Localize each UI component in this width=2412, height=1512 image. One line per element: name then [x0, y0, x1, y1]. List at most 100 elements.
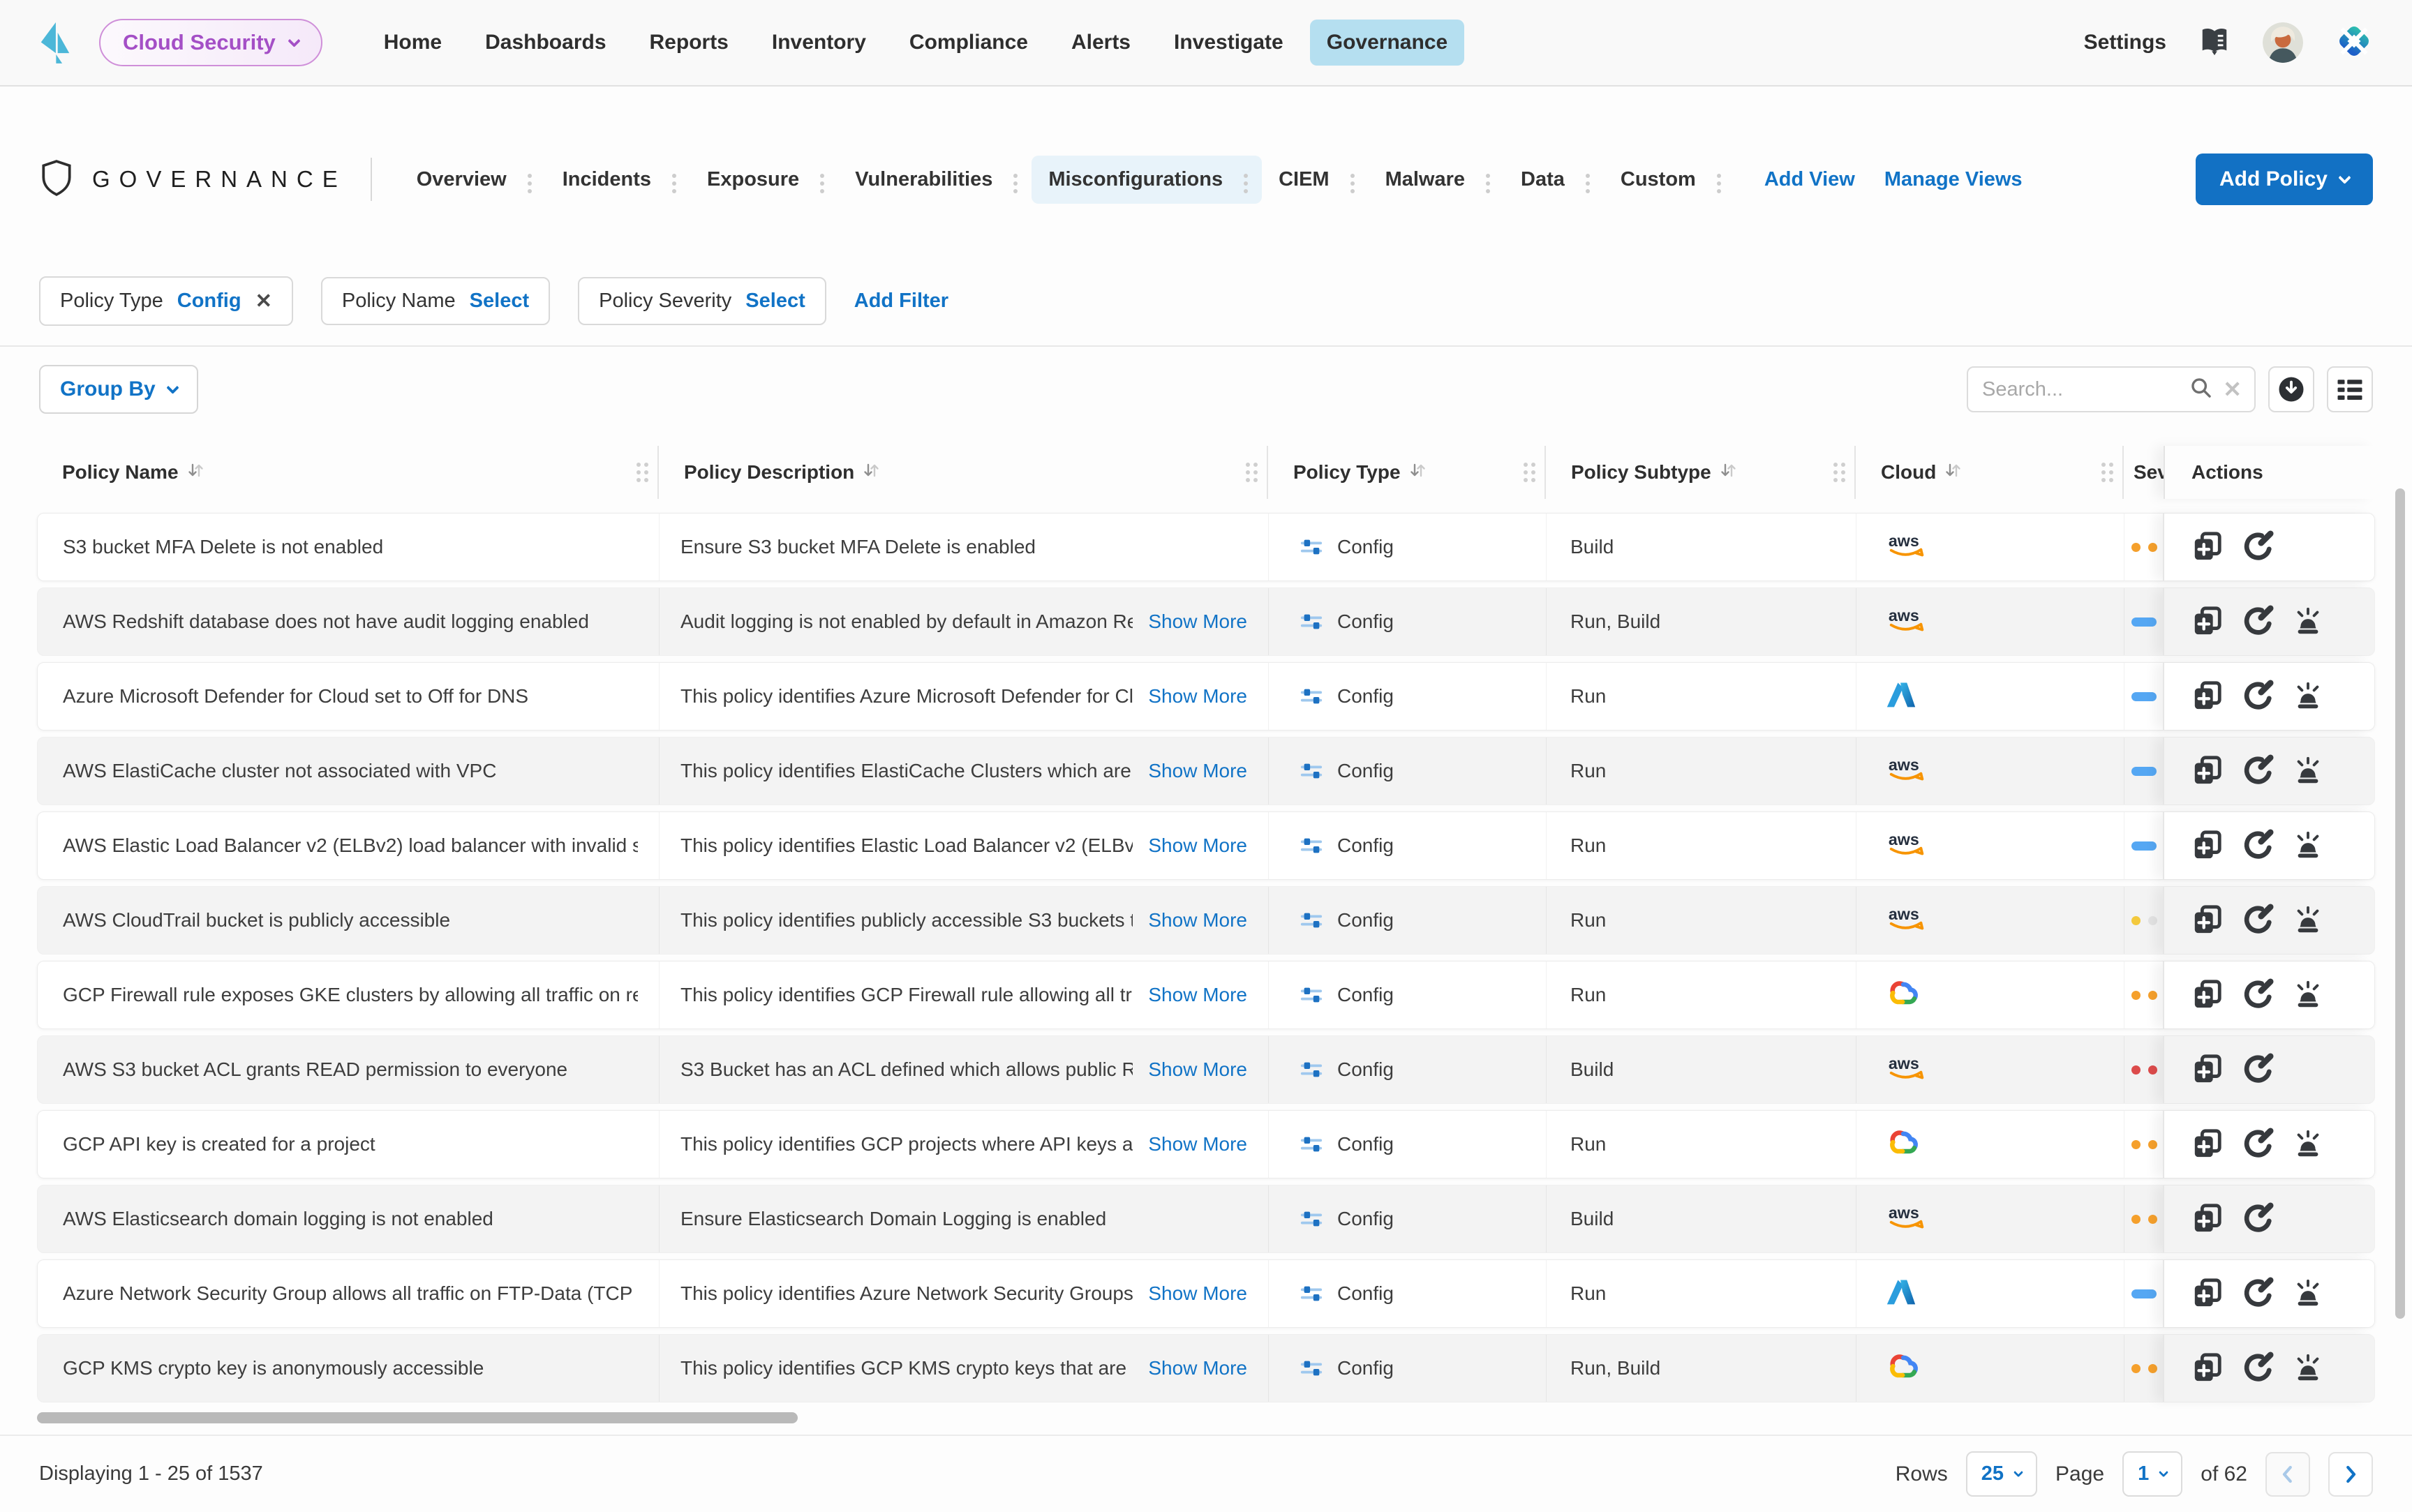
- column-header-cloud[interactable]: Cloud: [1856, 446, 2124, 499]
- nav-item-governance[interactable]: Governance: [1309, 20, 1465, 66]
- clone-action-button[interactable]: [2191, 1128, 2224, 1161]
- drag-handle-icon[interactable]: [636, 470, 641, 474]
- filter-chip-policy-type[interactable]: Policy Type Config ✕: [39, 276, 293, 326]
- table-row[interactable]: Azure Network Security Group allows all …: [37, 1259, 2375, 1328]
- nav-item-dashboards[interactable]: Dashboards: [468, 20, 623, 66]
- column-settings-button[interactable]: [2327, 366, 2373, 412]
- edit-action-button[interactable]: [2241, 605, 2275, 638]
- nav-item-reports[interactable]: Reports: [633, 20, 745, 66]
- filter-chip-policy-severity[interactable]: Policy Severity Select: [578, 277, 826, 325]
- tab-menu-icon[interactable]: [1579, 168, 1597, 191]
- download-button[interactable]: [2268, 366, 2314, 412]
- tab-incidents[interactable]: Incidents: [546, 156, 690, 204]
- vertical-scrollbar[interactable]: [2395, 488, 2405, 1319]
- show-more-link[interactable]: Show More: [1148, 1058, 1247, 1081]
- table-row[interactable]: AWS S3 bucket ACL grants READ permission…: [37, 1035, 2375, 1104]
- table-row[interactable]: AWS Redshift database does not have audi…: [37, 587, 2375, 656]
- alarm-action-button[interactable]: [2291, 754, 2325, 788]
- manage-views-link[interactable]: Manage Views: [1884, 168, 2023, 191]
- user-avatar[interactable]: [2263, 22, 2303, 63]
- drag-handle-icon[interactable]: [2101, 470, 2106, 474]
- tab-menu-icon[interactable]: [1710, 168, 1728, 191]
- nav-item-investigate[interactable]: Investigate: [1157, 20, 1300, 66]
- show-more-link[interactable]: Show More: [1148, 685, 1247, 708]
- policy-name-cell[interactable]: AWS S3 bucket ACL grants READ permission…: [38, 1036, 660, 1103]
- clone-action-button[interactable]: [2191, 978, 2224, 1012]
- sort-icon[interactable]: [187, 461, 205, 484]
- tab-vulnerabilities[interactable]: Vulnerabilities: [838, 156, 1032, 204]
- tab-exposure[interactable]: Exposure: [690, 156, 838, 204]
- nav-item-home[interactable]: Home: [367, 20, 459, 66]
- show-more-link[interactable]: Show More: [1148, 1133, 1247, 1155]
- clone-action-button[interactable]: [2191, 1277, 2224, 1310]
- tab-menu-icon[interactable]: [1237, 168, 1255, 191]
- search-icon[interactable]: [2189, 376, 2213, 403]
- table-row[interactable]: GCP API key is created for a project This…: [37, 1110, 2375, 1178]
- tab-menu-icon[interactable]: [1343, 168, 1362, 191]
- clone-action-button[interactable]: [2191, 1352, 2224, 1385]
- policy-name-cell[interactable]: AWS Elasticsearch domain logging is not …: [38, 1185, 660, 1252]
- drag-handle-icon[interactable]: [1246, 470, 1250, 474]
- table-row[interactable]: S3 bucket MFA Delete is not enabled Ensur…: [37, 513, 2375, 581]
- policy-name-cell[interactable]: S3 bucket MFA Delete is not enabled: [38, 514, 660, 581]
- policy-name-cell[interactable]: Azure Network Security Group allows all …: [38, 1260, 660, 1327]
- policy-name-cell[interactable]: GCP API key is created for a project: [38, 1111, 660, 1178]
- sort-icon[interactable]: [1720, 461, 1738, 484]
- edit-action-button[interactable]: [2241, 680, 2275, 713]
- tab-misconfigurations[interactable]: Misconfigurations: [1032, 155, 1263, 204]
- column-header-policy-type[interactable]: Policy Type: [1268, 446, 1546, 499]
- sort-icon[interactable]: [1409, 461, 1427, 484]
- show-more-link[interactable]: Show More: [1148, 760, 1247, 782]
- nav-item-compliance[interactable]: Compliance: [893, 20, 1045, 66]
- next-page-button[interactable]: [2328, 1451, 2373, 1497]
- alarm-action-button[interactable]: [2291, 1352, 2325, 1385]
- settings-link[interactable]: Settings: [2084, 31, 2166, 54]
- sort-icon[interactable]: [1944, 461, 1963, 484]
- clone-action-button[interactable]: [2191, 530, 2224, 564]
- show-more-link[interactable]: Show More: [1148, 611, 1247, 633]
- edit-action-button[interactable]: [2241, 829, 2275, 862]
- page-select[interactable]: 1: [2122, 1451, 2183, 1497]
- column-header-policy-name[interactable]: Policy Name: [37, 446, 659, 499]
- clone-action-button[interactable]: [2191, 605, 2224, 638]
- edit-action-button[interactable]: [2241, 754, 2275, 788]
- policy-name-cell[interactable]: AWS ElastiCache cluster not associated w…: [38, 738, 660, 804]
- policy-name-cell[interactable]: AWS Redshift database does not have audi…: [38, 588, 660, 655]
- policy-name-cell[interactable]: AWS Elastic Load Balancer v2 (ELBv2) loa…: [38, 812, 660, 879]
- add-policy-button[interactable]: Add Policy: [2195, 154, 2373, 205]
- filter-chip-policy-name[interactable]: Policy Name Select: [320, 277, 551, 325]
- tab-custom[interactable]: Custom: [1604, 156, 1735, 204]
- column-header-policy-description[interactable]: Policy Description: [659, 446, 1268, 499]
- show-more-link[interactable]: Show More: [1148, 1357, 1247, 1379]
- edit-action-button[interactable]: [2241, 1053, 2275, 1086]
- alarm-action-button[interactable]: [2291, 1128, 2325, 1161]
- alarm-action-button[interactable]: [2291, 829, 2325, 862]
- clone-action-button[interactable]: [2191, 1202, 2224, 1236]
- clone-action-button[interactable]: [2191, 680, 2224, 713]
- table-row[interactable]: Azure Microsoft Defender for Cloud set t…: [37, 662, 2375, 731]
- clone-action-button[interactable]: [2191, 1053, 2224, 1086]
- tab-menu-icon[interactable]: [1006, 168, 1025, 191]
- tab-menu-icon[interactable]: [1479, 168, 1497, 191]
- table-row[interactable]: AWS ElastiCache cluster not associated w…: [37, 737, 2375, 805]
- alarm-action-button[interactable]: [2291, 978, 2325, 1012]
- edit-action-button[interactable]: [2241, 1128, 2275, 1161]
- previous-page-button[interactable]: [2265, 1451, 2310, 1497]
- table-row[interactable]: GCP Firewall rule exposes GKE clusters b…: [37, 961, 2375, 1029]
- edit-action-button[interactable]: [2241, 1352, 2275, 1385]
- show-more-link[interactable]: Show More: [1148, 909, 1247, 931]
- rows-per-page-select[interactable]: 25: [1965, 1451, 2038, 1497]
- documentation-icon[interactable]: [2198, 26, 2231, 60]
- drag-handle-icon[interactable]: [1833, 470, 1838, 474]
- edit-action-button[interactable]: [2241, 530, 2275, 564]
- edit-action-button[interactable]: [2241, 904, 2275, 937]
- add-filter-link[interactable]: Add Filter: [854, 290, 948, 313]
- show-more-link[interactable]: Show More: [1148, 984, 1247, 1006]
- clone-action-button[interactable]: [2191, 829, 2224, 862]
- tab-data[interactable]: Data: [1504, 156, 1604, 204]
- table-row[interactable]: AWS Elasticsearch domain logging is not …: [37, 1185, 2375, 1253]
- table-row[interactable]: GCP KMS crypto key is anonymously access…: [37, 1334, 2375, 1402]
- table-row[interactable]: AWS CloudTrail bucket is publicly access…: [37, 886, 2375, 955]
- tab-overview[interactable]: Overview: [400, 156, 546, 204]
- edit-action-button[interactable]: [2241, 978, 2275, 1012]
